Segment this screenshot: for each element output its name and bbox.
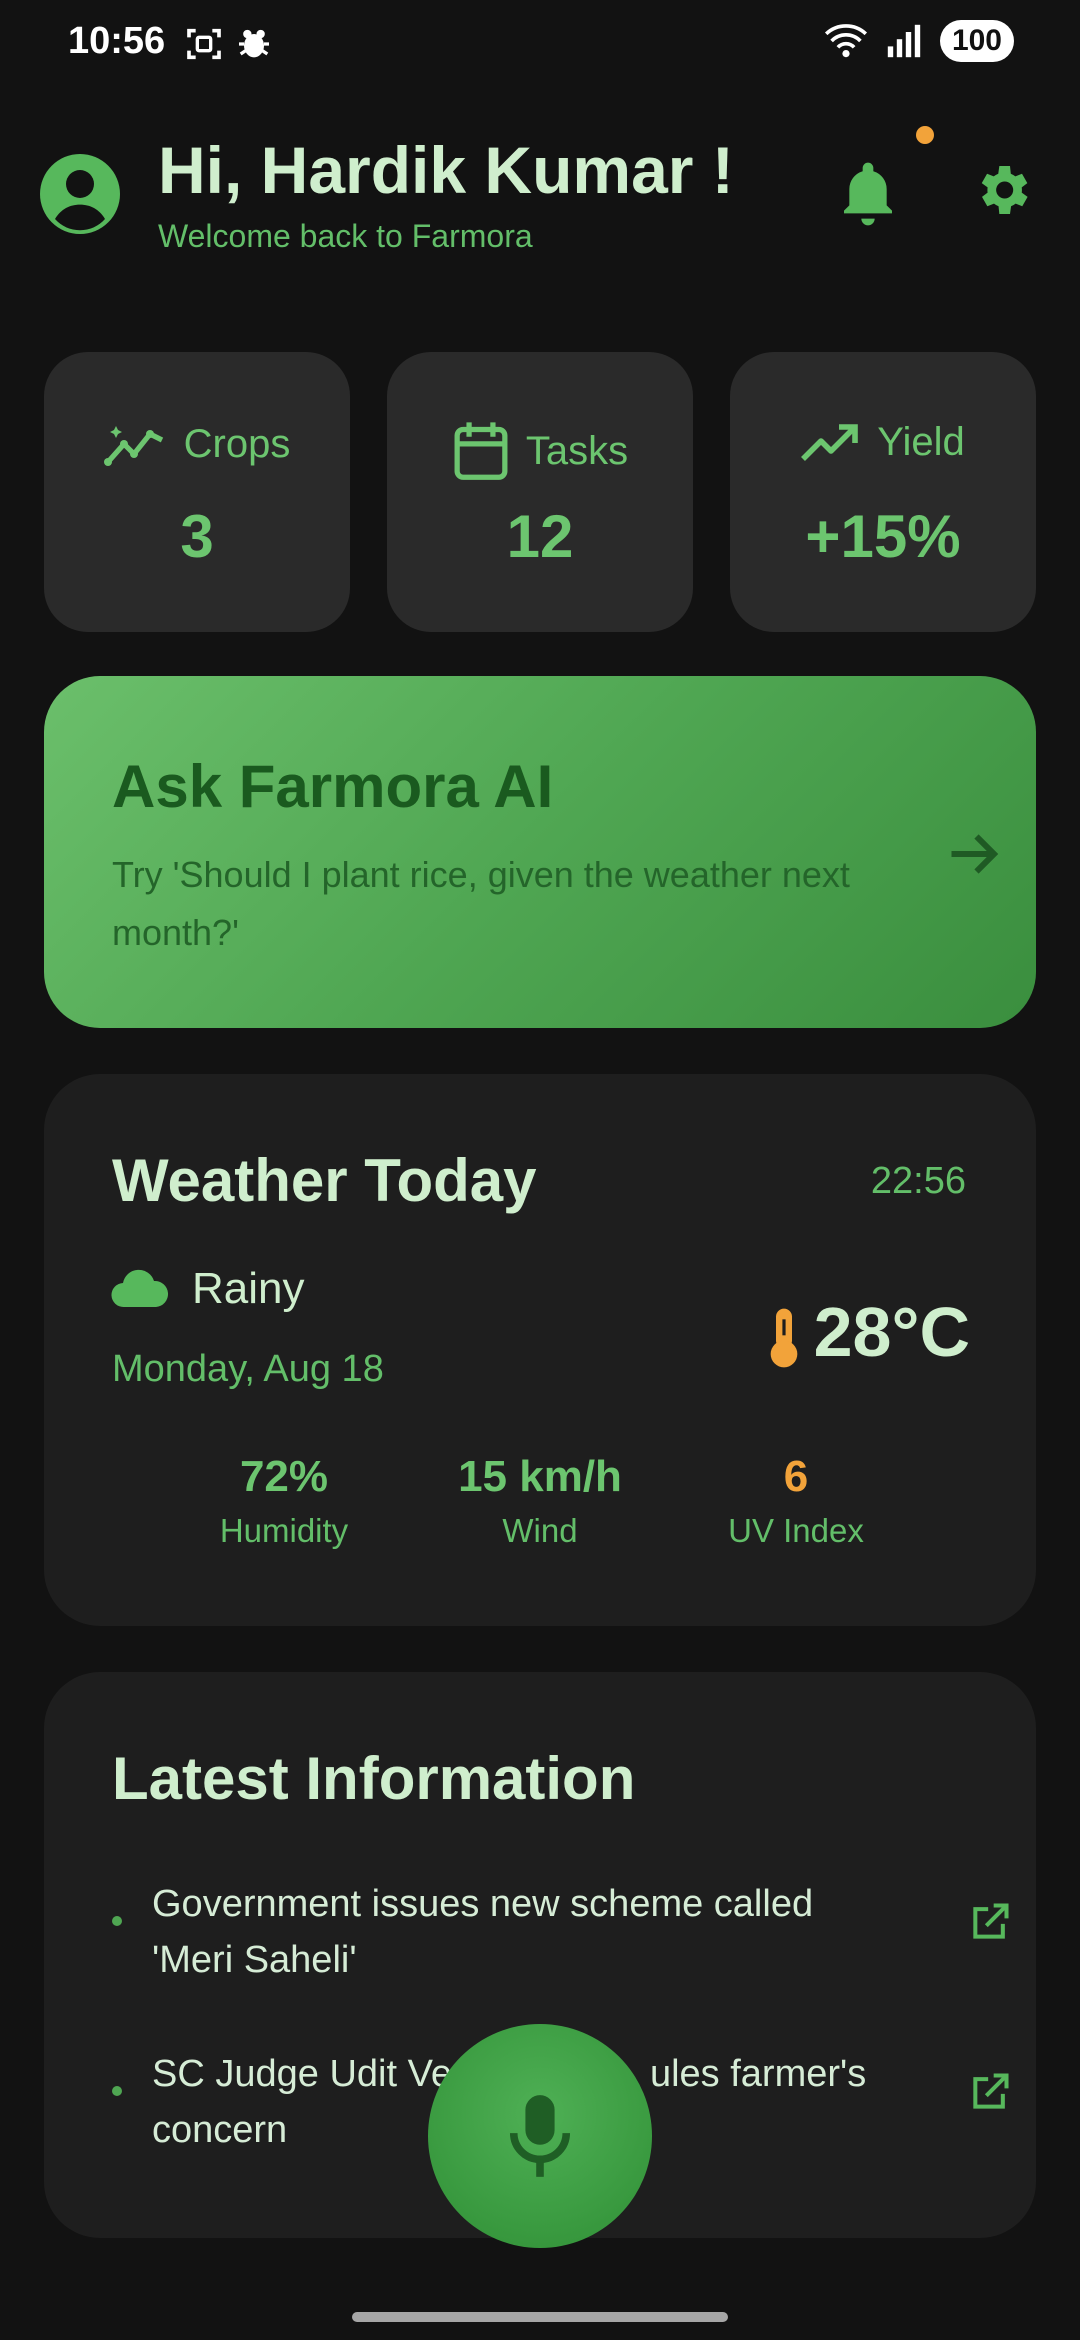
weather-stat-wind: 15 km/h Wind: [430, 1452, 650, 1550]
status-time: 10:56: [68, 20, 166, 62]
stat-label: Tasks: [525, 428, 629, 473]
list-item-text-start: SC Judge Udit Ve: [152, 2053, 452, 2095]
status-bar: 10:56 100: [0, 0, 1080, 86]
external-link-icon[interactable]: [968, 1900, 1012, 1944]
mic-icon: [509, 2095, 571, 2177]
stat-card-tasks[interactable]: Tasks 12: [387, 352, 693, 632]
screenshot-icon: [187, 28, 221, 60]
arrow-right-icon[interactable]: [944, 824, 1004, 884]
app-screen: 10:56 100 Hi, Hardik Kumar ! Welcome bac…: [0, 0, 1080, 2340]
battery-icon: 100: [939, 20, 1014, 62]
header: Hi, Hardik Kumar ! Welcome back to Farmo…: [0, 120, 1080, 270]
status-icons-left: [184, 24, 274, 64]
weather-stat-label: Humidity: [219, 1512, 349, 1549]
external-link-icon[interactable]: [968, 2070, 1012, 2114]
stat-head: Yield: [730, 420, 1036, 465]
ai-card-subtitle: Try 'Should I plant rice, given the weat…: [112, 854, 850, 953]
sparkline-icon: [103, 426, 163, 466]
status-icons-right: 100: [824, 20, 1014, 62]
stat-value: +15%: [805, 503, 961, 570]
account-icon[interactable]: [40, 154, 120, 234]
notification-dot: [916, 126, 934, 144]
list-item-text: Government issues new scheme called 'Mer…: [152, 1883, 814, 1981]
stat-value: 12: [506, 503, 574, 570]
bell-icon[interactable]: [836, 156, 900, 228]
thermometer-icon: [770, 1308, 798, 1368]
wifi-icon: [824, 24, 867, 58]
calendar-icon: [454, 422, 508, 480]
stat-card-crops[interactable]: Crops 3: [44, 352, 350, 632]
weather-title: Weather Today: [112, 1147, 537, 1214]
weather-stat-value: 72%: [239, 1452, 329, 1501]
list-item[interactable]: Government issues new scheme called 'Mer…: [112, 1876, 1009, 1996]
bug-icon: [239, 29, 269, 58]
list-item-text-end: ules farmer's: [649, 2053, 867, 2095]
latest-info-title: Latest Information: [112, 1745, 636, 1812]
list-item-text-line2: concern: [152, 2109, 288, 2151]
weather-card: Weather Today 22:56 Rainy Monday, Aug 18…: [44, 1074, 1036, 1626]
weather-stat-label: Wind: [502, 1512, 578, 1549]
bullet-dot: [112, 2086, 122, 2096]
stat-head: Tasks: [387, 420, 693, 482]
stat-card-yield[interactable]: Yield +15%: [730, 352, 1036, 632]
gear-icon[interactable]: [970, 158, 1034, 222]
ask-ai-card[interactable]: Ask Farmora AI Try 'Should I plant rice,…: [44, 676, 1036, 1028]
weather-stat-value: 15 km/h: [458, 1452, 622, 1501]
stat-head: Crops: [44, 420, 350, 468]
cloud-icon: [111, 1269, 169, 1308]
bullet-dot: [112, 1916, 122, 1926]
weather-stat-uv-index: 6 UV Index: [686, 1452, 906, 1550]
greeting-title: Hi, Hardik Kumar !: [158, 133, 734, 207]
gesture-nav-handle[interactable]: [352, 2312, 728, 2322]
stat-label: Yield: [877, 420, 965, 464]
weather-condition: Rainy: [192, 1264, 305, 1313]
weather-temperature: 28°C: [813, 1293, 970, 1371]
mic-button[interactable]: [428, 2024, 652, 2248]
greeting-subtitle: Welcome back to Farmora: [158, 218, 533, 254]
signal-icon: [887, 24, 921, 58]
stat-label: Crops: [183, 421, 291, 466]
weather-date: Monday, Aug 18: [112, 1348, 384, 1390]
weather-stat-value: 6: [783, 1452, 809, 1501]
weather-time: 22:56: [870, 1160, 966, 1202]
ai-card-title: Ask Farmora AI: [112, 753, 554, 820]
stat-value: 3: [180, 503, 214, 570]
weather-stat-label: UV Index: [728, 1512, 864, 1549]
trending-up-icon: [801, 423, 859, 461]
weather-stat-humidity: 72% Humidity: [174, 1452, 394, 1550]
